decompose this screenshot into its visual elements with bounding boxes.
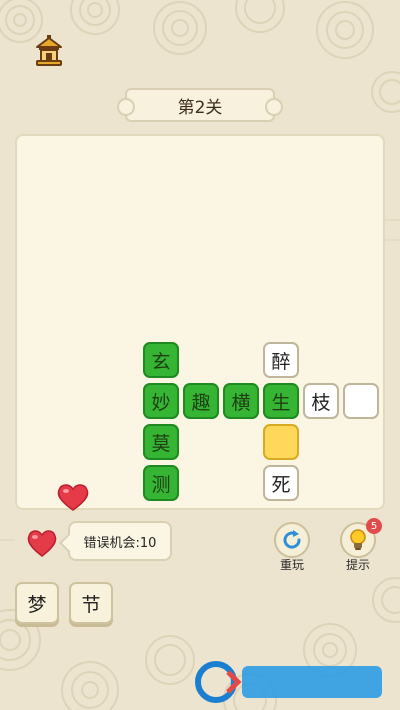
grid-cell-selected[interactable] [263, 424, 299, 460]
level-title: 第2关 [117, 88, 283, 122]
lightbulb-icon [350, 529, 366, 550]
grid-cell[interactable]: 测 [143, 465, 179, 501]
hint-button[interactable]: 5 提示 [336, 518, 382, 572]
grid-cell[interactable]: 妙 [143, 383, 179, 419]
heart-icon [27, 530, 57, 557]
grid-cell[interactable]: 醉 [263, 342, 299, 378]
grid-cell[interactable]: 玄 [143, 342, 179, 378]
mistakes-remaining: 错误机会:10 [68, 521, 172, 561]
reset-button[interactable]: 重玩 [270, 522, 314, 572]
candidate-tile[interactable]: 节 [69, 582, 113, 624]
pavilion-home-icon [36, 35, 62, 66]
grid-cell-empty[interactable] [343, 383, 379, 419]
reset-label: 重玩 [279, 558, 304, 572]
grid-cell[interactable]: 死 [263, 465, 299, 501]
grid-cell[interactable]: 横 [223, 383, 259, 419]
grid-cell[interactable]: 莫 [143, 424, 179, 460]
grid-cell[interactable]: 枝 [303, 383, 339, 419]
hint-count-badge: 5 [366, 518, 382, 534]
hint-label: 提示 [345, 558, 370, 572]
floating-heart-icon [57, 484, 89, 511]
candidate-tile[interactable]: 梦 [15, 582, 59, 624]
grid-cell[interactable]: 趣 [183, 383, 219, 419]
home-button[interactable] [32, 34, 66, 68]
refresh-icon [283, 530, 301, 549]
puzzle-board: 玄 醉 妙 趣 横 生 枝 莫 测 死 [15, 134, 385, 510]
reset-icon-wrap [274, 522, 310, 558]
grid-cell[interactable]: 生 [263, 383, 299, 419]
watermark-logo [195, 661, 382, 703]
